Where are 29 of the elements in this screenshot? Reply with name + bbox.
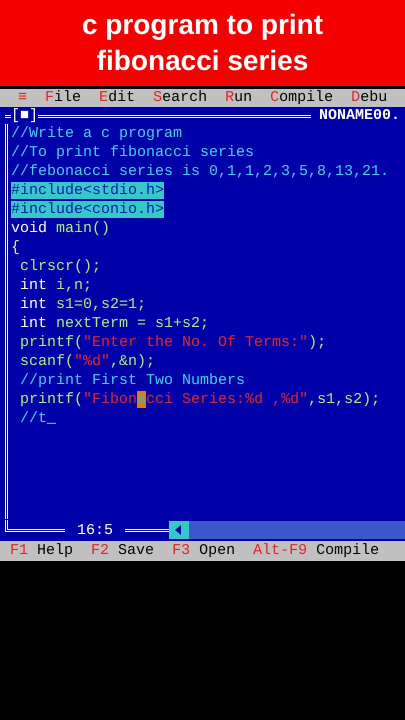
code-line: //febonacci series is 0,1,1,2,3,5,8,13,21. — [11, 162, 390, 181]
code-line: //To print fibonacci series — [11, 143, 256, 162]
menu-item[interactable]: Compile — [270, 89, 334, 107]
close-box[interactable]: [■] — [11, 106, 38, 125]
banner-title: fibonacci series — [96, 44, 308, 78]
code-line: //print First Two Numbers — [19, 371, 246, 390]
code-line: void main() — [11, 219, 112, 238]
menu-item[interactable]: Debu — [351, 89, 388, 107]
cursor-position: 16:5 — [77, 520, 114, 540]
code-line: //t_ — [19, 409, 58, 428]
shortcut-label: Help — [37, 541, 74, 561]
code-line: int s1=0,s2=1; — [19, 295, 148, 314]
banner-title: c program to print — [82, 8, 324, 42]
code-line: int i,n; — [19, 276, 94, 295]
code-line: int nextTerm = s1+s2; — [19, 314, 210, 333]
shortcut-label: Compile — [316, 541, 380, 561]
menu-item[interactable]: File — [45, 89, 82, 107]
code-line: { — [11, 238, 22, 257]
file-name: NONAME00. — [318, 106, 400, 125]
code-line: clrscr(); — [19, 257, 102, 276]
code-line: scanf("%d",&n); — [19, 352, 156, 371]
menu-item[interactable]: Edit — [99, 89, 136, 107]
shortcut-label: Open — [199, 541, 236, 561]
code-line: printf("Fibonacci Series:%d ,%d",s1,s2); — [19, 390, 382, 409]
menu-item[interactable]: Search — [153, 89, 208, 107]
menu-item[interactable]: Run — [225, 89, 252, 107]
shortcut-label: Save — [118, 541, 154, 561]
code-line: //Write a c program — [11, 124, 184, 143]
code-line: printf("Enter the No. Of Terms:"); — [19, 333, 328, 352]
